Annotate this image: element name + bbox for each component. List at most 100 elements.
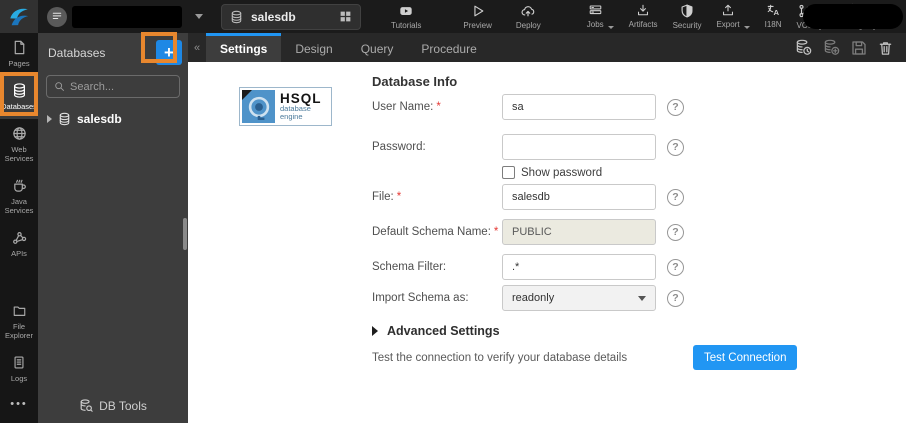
app-logo[interactable]	[0, 0, 38, 33]
password-help-icon[interactable]: ?	[667, 139, 684, 156]
databases-icon	[12, 83, 27, 98]
add-database-copy-icon[interactable]	[823, 39, 840, 56]
import-schema-value: readonly	[512, 292, 554, 304]
db-tools-label: DB Tools	[99, 399, 147, 413]
web-services-label: Web Services	[1, 145, 37, 163]
pages-label: Pages	[8, 59, 29, 68]
sidebar-more-icon[interactable]: •••	[0, 391, 38, 423]
database-icon	[58, 112, 71, 126]
databases-label: Databases	[1, 102, 37, 111]
hsql-logo-mark	[242, 90, 275, 123]
default-schema-help-icon[interactable]: ?	[667, 224, 684, 241]
svg-text:A: A	[773, 8, 779, 17]
tab-settings[interactable]: Settings	[206, 33, 281, 62]
test-connection-button[interactable]: Test Connection	[693, 345, 797, 370]
sidebar-item-pages[interactable]: Pages	[0, 33, 38, 76]
import-schema-select[interactable]: readonly	[502, 285, 656, 311]
sidebar-item-databases[interactable]: Databases	[0, 76, 38, 119]
password-input[interactable]	[502, 134, 656, 160]
delete-trash-icon[interactable]	[878, 40, 893, 56]
advanced-settings-caret-icon	[372, 326, 378, 336]
project-chevron-down-icon[interactable]	[195, 14, 203, 19]
expand-caret-icon[interactable]	[47, 115, 52, 123]
username-label: User Name:*	[372, 101, 502, 113]
preview-play-icon	[471, 4, 485, 18]
advanced-settings-toggle[interactable]: Advanced Settings	[372, 324, 500, 338]
grid-icon[interactable]	[339, 10, 352, 23]
i18n-label: I18N	[765, 21, 782, 29]
panel-scrollbar-thumb[interactable]	[183, 218, 187, 250]
sidebar-item-web-services[interactable]: Web Services	[0, 119, 38, 171]
db-tools-button[interactable]: DB Tools	[38, 399, 188, 413]
deploy-button[interactable]: Deploy	[516, 4, 541, 30]
username-help-icon[interactable]: ?	[667, 99, 684, 116]
database-search-input[interactable]	[70, 81, 172, 93]
database-search-box[interactable]	[46, 75, 180, 98]
redacted-project-name	[72, 6, 182, 28]
hsql-subtitle-2: engine	[280, 113, 322, 121]
username-input[interactable]	[502, 94, 656, 120]
hsql-logo: HSQL database engine	[239, 87, 332, 126]
show-password-label: Show password	[521, 167, 602, 179]
security-label: Security	[673, 22, 702, 30]
export-button[interactable]: Export	[716, 4, 739, 29]
schema-filter-label: Schema Filter:	[372, 261, 502, 273]
tab-bar: « Settings Design Query Procedure	[188, 33, 906, 62]
preview-button[interactable]: Preview	[463, 4, 491, 30]
project-avatar[interactable]	[47, 7, 67, 27]
tree-item-salesdb[interactable]: salesdb	[38, 106, 188, 132]
add-database-button[interactable]: +	[156, 40, 182, 65]
i18n-button[interactable]: A I18N	[765, 4, 782, 29]
import-schema-help-icon[interactable]: ?	[667, 290, 684, 307]
jobs-button[interactable]: Jobs	[587, 4, 604, 29]
advanced-settings-label: Advanced Settings	[387, 324, 500, 338]
schema-filter-input[interactable]	[502, 254, 656, 280]
top-bar: salesdb Tutorials Preview Deploy	[0, 0, 906, 33]
reimport-database-icon[interactable]	[795, 39, 812, 56]
sidebar-item-apis[interactable]: APIs	[0, 223, 38, 266]
field-row-import-schema: Import Schema as: readonly ?	[372, 285, 684, 311]
left-sidebar: Pages Databases Web Services Java Servic…	[0, 33, 38, 423]
schema-filter-help-icon[interactable]: ?	[667, 259, 684, 276]
logs-icon	[12, 355, 26, 370]
artifacts-button[interactable]: Artifacts	[629, 4, 658, 29]
sidebar-item-logs[interactable]: Logs	[0, 348, 38, 391]
file-explorer-label: File Explorer	[1, 322, 37, 340]
preview-label: Preview	[463, 22, 491, 30]
file-help-icon[interactable]: ?	[667, 189, 684, 206]
save-icon[interactable]	[851, 40, 867, 56]
tab-query[interactable]: Query	[347, 33, 408, 62]
sidebar-item-java-services[interactable]: Java Services	[0, 171, 38, 223]
password-label: Password:	[372, 141, 502, 153]
sidebar-item-file-explorer[interactable]: File Explorer	[0, 297, 38, 348]
security-button[interactable]: Security	[673, 4, 702, 30]
field-row-schema-filter: Schema Filter: ?	[372, 254, 684, 280]
artifacts-download-icon	[636, 4, 650, 17]
test-connection-hint: Test the connection to verify your datab…	[372, 352, 627, 364]
tab-procedure[interactable]: Procedure	[407, 33, 490, 62]
default-schema-label: Default Schema Name:*	[372, 226, 502, 238]
settings-content: HSQL database engine Database Info User …	[188, 62, 906, 423]
redacted-user-info	[803, 4, 903, 29]
collapse-panel-icon[interactable]: «	[188, 33, 206, 62]
web-services-globe-icon	[12, 126, 27, 141]
databases-panel: Databases + salesdb DB Tools	[38, 33, 188, 423]
logs-label: Logs	[11, 374, 27, 383]
security-shield-icon	[680, 4, 694, 18]
show-password-option[interactable]: Show password	[502, 166, 602, 179]
tab-design[interactable]: Design	[281, 33, 346, 62]
export-upload-icon	[721, 4, 735, 17]
jobs-chevron-down-icon[interactable]	[608, 26, 614, 29]
export-chevron-down-icon[interactable]	[744, 26, 750, 29]
more-dots-label: •••	[10, 398, 28, 411]
field-row-username: User Name:* ?	[372, 94, 684, 120]
hsql-title: HSQL	[280, 92, 322, 106]
wavemaker-logo-icon	[8, 6, 30, 28]
current-database-pill[interactable]: salesdb	[221, 4, 361, 30]
project-notes-icon	[51, 11, 63, 23]
search-icon	[54, 81, 65, 92]
show-password-checkbox[interactable]	[502, 166, 515, 179]
file-input[interactable]	[502, 184, 656, 210]
db-tools-icon	[79, 399, 93, 413]
tutorials-button[interactable]: Tutorials	[391, 4, 421, 30]
